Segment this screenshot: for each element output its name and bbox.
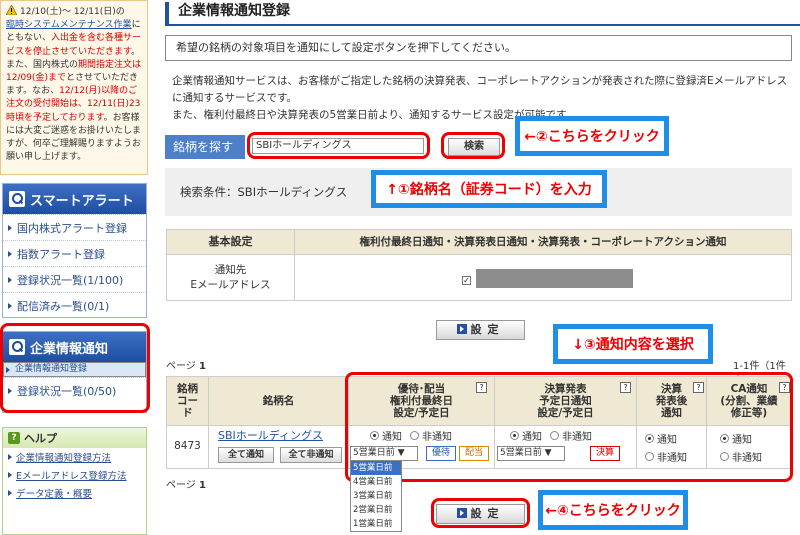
dropdown-option[interactable]: 4営業日前 — [351, 475, 401, 489]
pagination-top: ページ 1 — [166, 357, 206, 372]
arrow-icon — [8, 472, 12, 478]
arrow-icon — [8, 490, 12, 496]
help-link-label: 企業情報通知登録方法 — [16, 453, 112, 464]
play-icon — [456, 324, 467, 334]
dropdown-option[interactable]: 1営業日前 — [351, 517, 401, 531]
help-icon: ? — [8, 432, 20, 444]
arrow-icon — [8, 224, 12, 231]
set-button-top[interactable]: 設定 — [436, 320, 525, 340]
all-off-button[interactable]: 全て非通知 — [280, 447, 342, 463]
dropdown-option[interactable]: 3営業日前 — [351, 489, 401, 503]
page-label: ページ — [166, 361, 196, 372]
sidebar-item-label: 国内株式アラート登録 — [17, 221, 127, 235]
highlight-corp-menu — [0, 323, 150, 413]
callout-select-notify: ↓③通知内容を選択 — [553, 324, 713, 364]
help-link-label: データ定義・概要 — [16, 489, 93, 500]
stock-code: 8473 — [167, 425, 209, 469]
instruction-box: 希望の銘柄の対象項目を通知にして設定ボタンを押下してください。 — [165, 35, 792, 61]
description: 企業情報通知サービスは、お客様がご指定した銘柄の決算発表、コーポレートアクション… — [172, 73, 792, 124]
arrow-icon — [8, 250, 12, 257]
dropdown-option-selected[interactable]: 5営業日前 — [351, 461, 401, 475]
callout-click-search: ←②こちらをクリック — [515, 116, 669, 156]
sidebar-item-label: 指数アラート登録 — [17, 247, 105, 261]
page-label: ページ — [166, 480, 196, 491]
pagination-bottom: ページ 1 — [166, 476, 206, 491]
warning-icon — [6, 5, 17, 15]
highlight-set-button — [431, 498, 530, 528]
description-line: 企業情報通知サービスは、お客様がご指定した銘柄の決算発表、コーポレートアクション… — [172, 75, 788, 87]
dropdown-option[interactable]: 2営業日前 — [351, 503, 401, 517]
callout-enter-name: ↑①銘柄名（証券コード）を入力 — [371, 170, 607, 208]
description-line: に通知するサービスです。 — [172, 92, 297, 104]
email-label-line: 通知先 — [214, 264, 247, 276]
smart-alert-menu: スマートアラート 国内株式アラート登録 指数アラート登録 登録状況一覧(1/10… — [2, 183, 147, 318]
maintenance-notice: 12/10(土)～ 12/11(日)の 臨時システムメンテナンス作業にともない、入… — [0, 0, 148, 175]
all-notify-button[interactable]: 全て通知 — [218, 447, 274, 463]
maintenance-link[interactable]: 臨時システムメンテナンス作業 — [6, 20, 132, 30]
highlight-notify-options — [345, 372, 793, 482]
sidebar-item-index-alert[interactable]: 指数アラート登録 — [3, 240, 146, 266]
title-divider — [165, 24, 800, 26]
header-code: 銘柄コード — [167, 377, 209, 425]
day-dropdown-list[interactable]: 5営業日前 4営業日前 3営業日前 2営業日前 1営業日前 — [350, 460, 402, 532]
help-title: ヘルプ — [24, 432, 57, 445]
highlight-search-input — [247, 132, 430, 159]
sidebar-item-domestic-alert[interactable]: 国内株式アラート登録 — [3, 214, 146, 240]
email-checkbox[interactable]: ✓ — [462, 276, 471, 285]
help-box: ? ヘルプ 企業情報通知登録方法 Eメールアドレス登録方法 データ定義・概要 — [2, 427, 147, 535]
page-number[interactable]: 1 — [199, 361, 206, 372]
arrow-icon — [8, 276, 12, 283]
sidebar-item-registration-list[interactable]: 登録状況一覧(1/100) — [3, 266, 146, 292]
sidebar-item-delivered-list[interactable]: 配信済み一覧(0/1) — [3, 292, 146, 318]
description-line: また、権利付最終日や決算発表の5営業日前より、通知するサービス設定が可能です。 — [172, 109, 576, 121]
notice-text-1: 12/10(土)～ 12/11(日)の — [20, 7, 125, 17]
page-number[interactable]: 1 — [199, 480, 206, 491]
help-link-corp[interactable]: 企業情報通知登録方法 — [3, 448, 146, 466]
help-link-data[interactable]: データ定義・概要 — [3, 484, 146, 502]
header-name: 銘柄名 — [209, 377, 349, 425]
basic-settings-table: 基本設定 権利付最終日通知・決算発表日通知・決算発表・コーポレートアクション通知… — [166, 229, 792, 301]
header-code-label: 銘柄コード — [177, 383, 198, 419]
help-link-email[interactable]: Eメールアドレス登録方法 — [3, 466, 146, 484]
search-icon — [9, 191, 25, 207]
notification-types-header: 権利付最終日通知・決算発表日通知・決算発表・コーポレートアクション通知 — [295, 230, 791, 254]
smart-alert-header[interactable]: スマートアラート — [3, 184, 146, 214]
page-title: 企業情報通知登録 — [165, 2, 800, 24]
basic-settings-header: 基本設定 — [167, 230, 295, 254]
set-label: 設定 — [470, 323, 505, 336]
sidebar-item-label: 登録状況一覧(1/100) — [17, 273, 124, 287]
stock-name-link[interactable]: SBIホールディングス — [218, 427, 323, 443]
smart-alert-title: スマートアラート — [30, 193, 134, 209]
help-link-label: Eメールアドレス登録方法 — [16, 471, 127, 482]
callout-click-set: ←④こちらをクリック — [538, 490, 688, 530]
arrow-icon — [8, 302, 12, 309]
sidebar-item-label: 配信済み一覧(0/1) — [17, 299, 110, 313]
highlight-search-button — [441, 132, 505, 159]
help-header: ? ヘルプ — [3, 428, 146, 448]
arrow-icon — [8, 454, 12, 460]
email-label-line: Eメールアドレス — [190, 279, 271, 291]
email-label: 通知先 Eメールアドレス — [167, 254, 295, 300]
masked-email — [476, 269, 633, 288]
search-label: 銘柄を探す — [165, 135, 245, 159]
